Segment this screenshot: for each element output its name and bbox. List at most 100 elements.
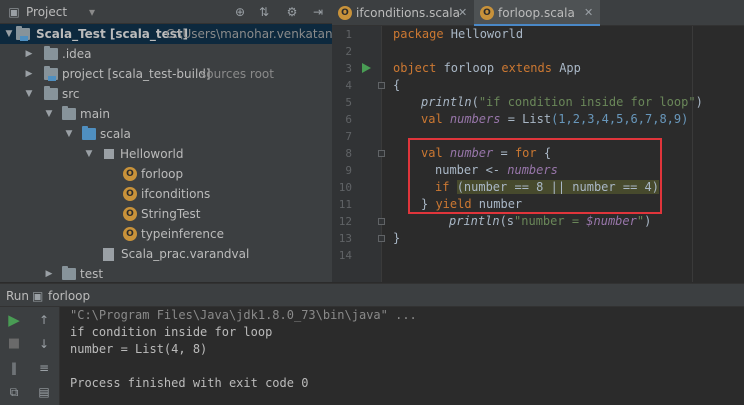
run-toolbar: ▶ ↑ ■ ↓ ‖ ≡ ⧉ ▤ bbox=[0, 307, 60, 405]
gear-icon[interactable]: ⚙ bbox=[284, 4, 300, 20]
project-panel-title[interactable]: Project bbox=[26, 4, 67, 20]
tab-label: ifconditions.scala bbox=[356, 6, 460, 20]
globe-icon[interactable]: ⊕ bbox=[232, 4, 248, 20]
chevron-right-icon[interactable]: ▶ bbox=[44, 264, 54, 282]
editor-tab-bar: O ifconditions.scala ✕ O forloop.scala ✕ bbox=[332, 0, 744, 26]
close-icon[interactable]: ✕ bbox=[584, 0, 593, 26]
tree-item-note: sources root bbox=[200, 67, 274, 81]
scala-object-icon: O bbox=[123, 227, 137, 241]
line-number: 2 bbox=[345, 45, 352, 58]
scala-object-icon: O bbox=[480, 6, 494, 20]
tree-item-label: .idea bbox=[62, 47, 92, 61]
tree-item-scala-prac[interactable]: Scala_prac.varandval bbox=[0, 244, 332, 264]
tree-item-label: src bbox=[62, 87, 80, 101]
tree-item-main[interactable]: ▼ main bbox=[0, 104, 332, 124]
tree-item-path: C:\Users\manohar.venkatanaray bbox=[166, 27, 332, 41]
tree-item-label: typeinference bbox=[141, 227, 224, 241]
line-number: 1 bbox=[345, 28, 352, 41]
scala-object-icon: O bbox=[123, 207, 137, 221]
line-number: 11 bbox=[338, 198, 352, 211]
tree-item-label: Scala_prac.varandval bbox=[121, 247, 250, 261]
line-number: 4 bbox=[345, 79, 352, 92]
tree-item-helloworld[interactable]: ▼ Helloworld bbox=[0, 144, 332, 164]
tree-item-label: forloop bbox=[141, 167, 184, 181]
line-number: 5 bbox=[345, 96, 352, 109]
tree-item-stringtest[interactable]: O StringTest bbox=[0, 204, 332, 224]
tree-item-ifconditions[interactable]: O ifconditions bbox=[0, 184, 332, 204]
tree-item-typeinference[interactable]: O typeinference bbox=[0, 224, 332, 244]
line-number: 8 bbox=[345, 147, 352, 160]
tab-ifconditions[interactable]: O ifconditions.scala ✕ bbox=[332, 0, 474, 26]
line-number: 9 bbox=[345, 164, 352, 177]
hide-icon[interactable]: ⇥ bbox=[310, 4, 326, 20]
run-panel-header: Run ▣ forloop bbox=[0, 283, 744, 307]
code-line-6: val numbers = List(1,2,3,4,5,6,7,8,9) bbox=[421, 112, 689, 126]
console-line: number = List(4, 8) bbox=[70, 342, 208, 356]
folder-icon bbox=[44, 86, 58, 100]
tree-item-test[interactable]: ▶ test bbox=[0, 264, 332, 282]
tree-item-label: Helloworld bbox=[120, 147, 184, 161]
annotation-highlight-box bbox=[408, 138, 662, 214]
pause-icon[interactable]: ‖ bbox=[5, 359, 23, 377]
chevron-down-icon[interactable]: ▼ bbox=[24, 84, 34, 104]
tree-item-project[interactable]: ▶ project [scala_test-build] sources roo… bbox=[0, 64, 332, 84]
close-icon[interactable]: ✕ bbox=[458, 0, 467, 26]
chevron-down-icon[interactable]: ▼ bbox=[4, 24, 14, 44]
code-line-13: } bbox=[393, 231, 401, 245]
chevron-down-icon[interactable]: ▼ bbox=[84, 144, 94, 164]
run-panel: ▶ ↑ ■ ↓ ‖ ≡ ⧉ ▤ "C:\Program Files\Java\j… bbox=[0, 307, 744, 405]
code-line-12: println(s"number = $number") bbox=[449, 214, 652, 228]
tree-item-src[interactable]: ▼ src bbox=[0, 84, 332, 104]
chevron-down-icon[interactable]: ▼ bbox=[44, 104, 54, 124]
editor-gutter[interactable]: 1 2 3 4 5 6 7 8 9 10 11 12 13 14 bbox=[332, 26, 385, 282]
folder-icon bbox=[62, 266, 76, 280]
package-icon bbox=[104, 149, 114, 159]
tree-item-idea[interactable]: ▶ .idea bbox=[0, 44, 332, 64]
chevron-down-icon[interactable]: ▼ bbox=[64, 124, 74, 144]
stop-icon[interactable]: ■ bbox=[5, 335, 23, 353]
tree-item-label: StringTest bbox=[141, 207, 201, 221]
code-line-4: { bbox=[393, 78, 401, 92]
source-folder-icon bbox=[44, 66, 58, 81]
collapse-icon[interactable]: ⇅ bbox=[256, 4, 272, 20]
code-line-3: object forloop extends App bbox=[393, 61, 581, 75]
fold-icon[interactable] bbox=[378, 150, 385, 157]
tree-item-scala-test[interactable]: ▼ Scala_Test [scala_test] C:\Users\manoh… bbox=[0, 24, 332, 44]
line-number: 7 bbox=[345, 130, 352, 143]
tree-item-label: project [scala_test-build] bbox=[62, 67, 211, 81]
fold-icon[interactable] bbox=[378, 218, 385, 225]
folder-icon bbox=[44, 46, 58, 60]
console-line: Process finished with exit code 0 bbox=[70, 376, 309, 390]
tree-item-label: ifconditions bbox=[141, 187, 211, 201]
line-number: 14 bbox=[338, 249, 352, 262]
console-line: "C:\Program Files\Java\jdk1.8.0_73\bin\j… bbox=[70, 308, 417, 322]
fold-icon[interactable] bbox=[378, 82, 385, 89]
line-number: 10 bbox=[338, 181, 352, 194]
tab-forloop[interactable]: O forloop.scala ✕ bbox=[474, 0, 600, 26]
tree-item-label: scala bbox=[100, 127, 131, 141]
dump-threads-icon[interactable]: ⧉ bbox=[5, 383, 23, 401]
run-gutter-icon[interactable] bbox=[362, 63, 371, 73]
soft-wrap-icon[interactable]: ≡ bbox=[35, 359, 53, 377]
tree-item-forloop[interactable]: O forloop bbox=[0, 164, 332, 184]
project-view-icon[interactable]: ▣ bbox=[6, 4, 22, 20]
tab-label: forloop.scala bbox=[498, 6, 575, 20]
console-output[interactable]: "C:\Program Files\Java\jdk1.8.0_73\bin\j… bbox=[70, 307, 744, 405]
module-folder-icon bbox=[16, 26, 30, 41]
chevron-right-icon[interactable]: ▶ bbox=[24, 64, 34, 84]
scroll-to-end-icon[interactable]: ▤ bbox=[35, 383, 53, 401]
chevron-down-icon[interactable]: ▾ bbox=[84, 4, 100, 20]
fold-icon[interactable] bbox=[378, 235, 385, 242]
run-config-tab[interactable]: forloop bbox=[48, 284, 90, 308]
chevron-right-icon[interactable]: ▶ bbox=[24, 44, 34, 64]
console-line: if condition inside for loop bbox=[70, 325, 273, 339]
rerun-icon[interactable]: ▶ bbox=[5, 311, 23, 329]
tree-item-label: test bbox=[80, 267, 104, 281]
project-panel-header: ▣ Project ▾ ⊕ ⇅ ⚙ ⇥ bbox=[0, 0, 332, 24]
tree-item-label: main bbox=[80, 107, 110, 121]
line-number: 6 bbox=[345, 113, 352, 126]
code-line-5: println("if condition inside for loop") bbox=[421, 95, 703, 109]
arrow-down-icon[interactable]: ↓ bbox=[35, 335, 53, 353]
arrow-up-icon[interactable]: ↑ bbox=[35, 311, 53, 329]
tree-item-scala[interactable]: ▼ scala bbox=[0, 124, 332, 144]
